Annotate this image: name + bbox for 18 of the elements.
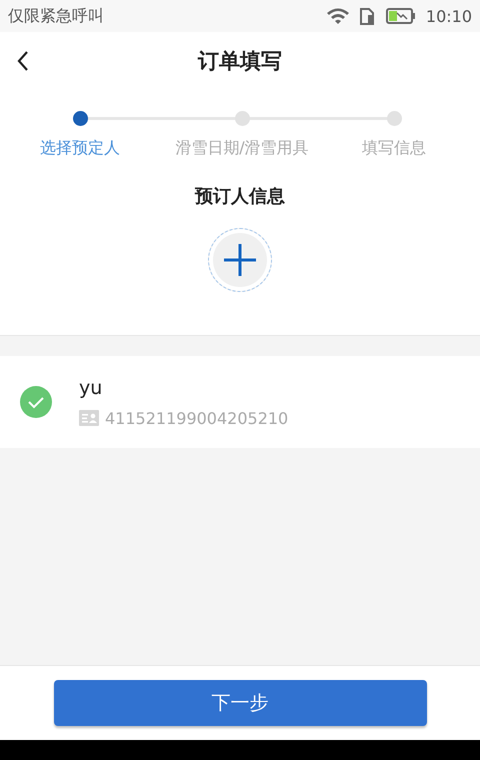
step-label[interactable]: 填写信息 <box>362 138 426 159</box>
person-row[interactable]: yu 411521199004205210 <box>0 356 480 448</box>
back-icon[interactable] <box>16 50 30 72</box>
section-title: 预订人信息 <box>195 185 285 208</box>
next-step-button[interactable]: 下一步 <box>54 680 426 726</box>
sim-card-icon <box>360 7 376 25</box>
carrier-text: 仅限紧急呼叫 <box>8 6 104 26</box>
page-title: 订单填写 <box>198 48 282 75</box>
plus-icon <box>222 242 258 278</box>
person-name: yu <box>79 376 104 398</box>
clock-time: 10:10 <box>426 6 472 26</box>
wifi-icon <box>326 7 350 25</box>
id-number: 411521199004205210 <box>105 408 288 428</box>
step-label[interactable]: 选择预定人 <box>40 138 120 159</box>
step-label[interactable]: 滑雪日期/滑雪用具 <box>175 138 309 159</box>
checked-circle-icon[interactable] <box>20 386 52 418</box>
id-card-icon <box>79 410 99 426</box>
battery-icon <box>386 8 416 24</box>
